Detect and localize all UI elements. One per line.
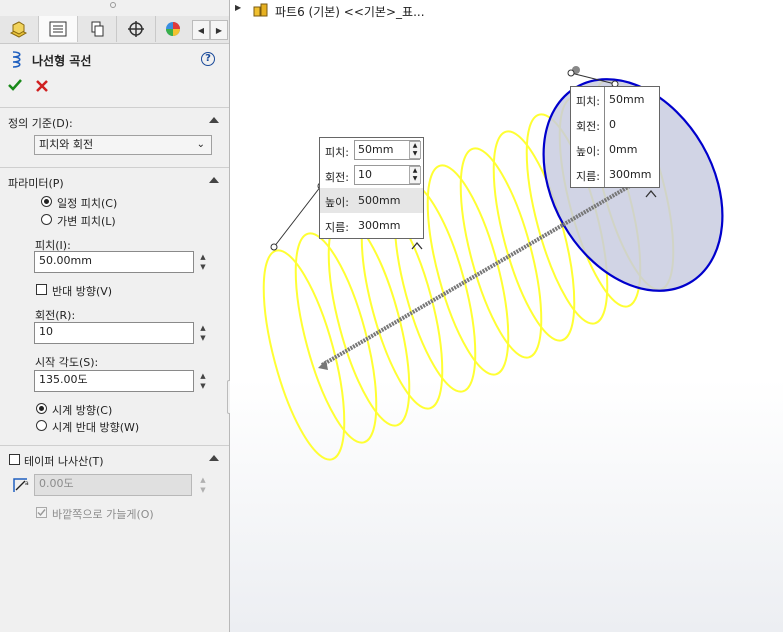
divider xyxy=(0,107,229,108)
callout-row-revolutions: 회전: 10 ▲ ▼ xyxy=(320,163,423,188)
callout-row-diameter: 지름: 300mm xyxy=(325,219,401,234)
ok-button[interactable] xyxy=(6,76,24,94)
callout-row-pitch: 피치: 50mm ▲ ▼ xyxy=(320,138,423,163)
tab-scroll-right[interactable]: ▶ xyxy=(210,20,228,40)
definition-select[interactable]: 피치와 회전 ⌄ xyxy=(34,135,212,155)
tab-property-manager[interactable] xyxy=(39,16,78,42)
taper-angle-input[interactable]: 0.00도 xyxy=(34,474,192,496)
taper-group-title: 테이퍼 나사산(T) xyxy=(24,455,104,468)
cancel-button[interactable] xyxy=(34,78,50,94)
chevron-down-icon: ⌄ xyxy=(196,139,205,150)
pitch-stepper[interactable]: ▲ ▼ xyxy=(197,252,209,274)
callout-row-revolutions: 회전: 0 xyxy=(576,118,616,133)
tab-configuration-manager[interactable] xyxy=(78,16,117,42)
helix-callout-end: 피치: 50mm 회전: 0 높이: 0mm 지름: 300mm xyxy=(570,86,660,188)
variable-pitch-label: 가변 피치(L) xyxy=(57,215,116,228)
callout-revolutions-stepper[interactable]: ▲ ▼ xyxy=(409,166,421,184)
chevron-up-icon[interactable] xyxy=(209,117,219,123)
tab-dimxpert-manager[interactable] xyxy=(117,16,156,42)
callout-row-height: 높이: 500mm xyxy=(320,188,423,213)
close-icon xyxy=(36,80,48,92)
clockwise-radio[interactable] xyxy=(36,403,47,414)
clockwise-label: 시계 방향(C) xyxy=(52,404,113,417)
constant-pitch-label: 일정 피치(C) xyxy=(57,197,118,210)
helix-callout-start: 피치: 50mm ▲ ▼ 회전: 10 ▲ ▼ 높이: 500mm 지름: 300m… xyxy=(319,137,424,239)
svg-text:a: a xyxy=(25,480,29,487)
revolutions-label: 회전(R): xyxy=(35,309,76,322)
taper-outward-checkbox[interactable] xyxy=(36,507,47,518)
helix-icon xyxy=(12,51,21,68)
taper-checkbox[interactable] xyxy=(9,454,20,465)
configuration-icon xyxy=(91,21,104,37)
property-list-icon xyxy=(49,21,67,37)
variable-pitch-radio[interactable] xyxy=(41,214,52,225)
crosshair-icon xyxy=(128,21,144,37)
taper-angle-stepper[interactable]: ▲ ▼ xyxy=(197,475,209,497)
callout-row-pitch: 피치: 50mm xyxy=(576,93,645,108)
counterclockwise-label: 시계 반대 방향(W) xyxy=(52,421,140,434)
callout-row-diameter: 지름: 300mm xyxy=(576,168,652,183)
checkmark-icon xyxy=(8,79,22,91)
chevron-up-icon[interactable] xyxy=(209,177,219,183)
panel-grip[interactable] xyxy=(110,2,116,8)
callout-row-height: 높이: 0mm xyxy=(576,143,638,158)
color-wheel-icon xyxy=(166,22,180,36)
tab-feature-manager[interactable] xyxy=(0,16,39,42)
pitch-input[interactable]: 50.00mm xyxy=(34,251,194,273)
feature-tree-icon xyxy=(9,21,28,38)
property-manager: ◀ ▶ 나선형 곡선 ? 정의 기준(D): 피치와 회전 ⌄ 파라미터(P) … xyxy=(0,0,230,632)
start-angle-label: 시작 각도(S): xyxy=(35,356,99,369)
start-angle-input[interactable]: 135.00도 xyxy=(34,370,194,392)
panel-title: 나선형 곡선 xyxy=(32,54,92,68)
callout-column-divider xyxy=(604,87,605,187)
checkmark-icon xyxy=(37,509,46,517)
revolutions-stepper[interactable]: ▲ ▼ xyxy=(197,323,209,345)
taper-angle-icon: a xyxy=(13,478,29,492)
constant-pitch-radio[interactable] xyxy=(41,196,52,207)
reverse-direction-checkbox[interactable] xyxy=(36,284,47,295)
reverse-direction-label: 반대 방향(V) xyxy=(52,285,113,298)
chevron-up-icon[interactable] xyxy=(209,455,219,461)
taper-outward-label: 바깥쪽으로 가늘게(O) xyxy=(52,508,154,521)
divider xyxy=(0,167,229,168)
counterclockwise-radio[interactable] xyxy=(36,420,47,431)
graphics-area[interactable]: ▶ 파트6 (기본) <<기본>_표... 피치: 50mm ▲ ▼ 회전: 1… xyxy=(230,0,783,632)
revolutions-input[interactable]: 10 xyxy=(34,322,194,344)
helix-preview xyxy=(262,66,724,461)
definition-select-value: 피치와 회전 xyxy=(39,138,94,151)
callout-pitch-stepper[interactable]: ▲ ▼ xyxy=(409,141,421,159)
manager-tabs: ◀ ▶ xyxy=(0,16,229,44)
tab-display-manager[interactable] xyxy=(156,16,190,42)
axis-arrow xyxy=(318,360,328,370)
definition-group-title: 정의 기준(D): xyxy=(8,117,73,130)
tab-scroll-left[interactable]: ◀ xyxy=(192,20,210,40)
divider xyxy=(0,445,229,446)
start-angle-stepper[interactable]: ▲ ▼ xyxy=(197,371,209,393)
parameters-group-title: 파라미터(P) xyxy=(8,177,64,190)
help-icon[interactable]: ? xyxy=(201,52,215,66)
